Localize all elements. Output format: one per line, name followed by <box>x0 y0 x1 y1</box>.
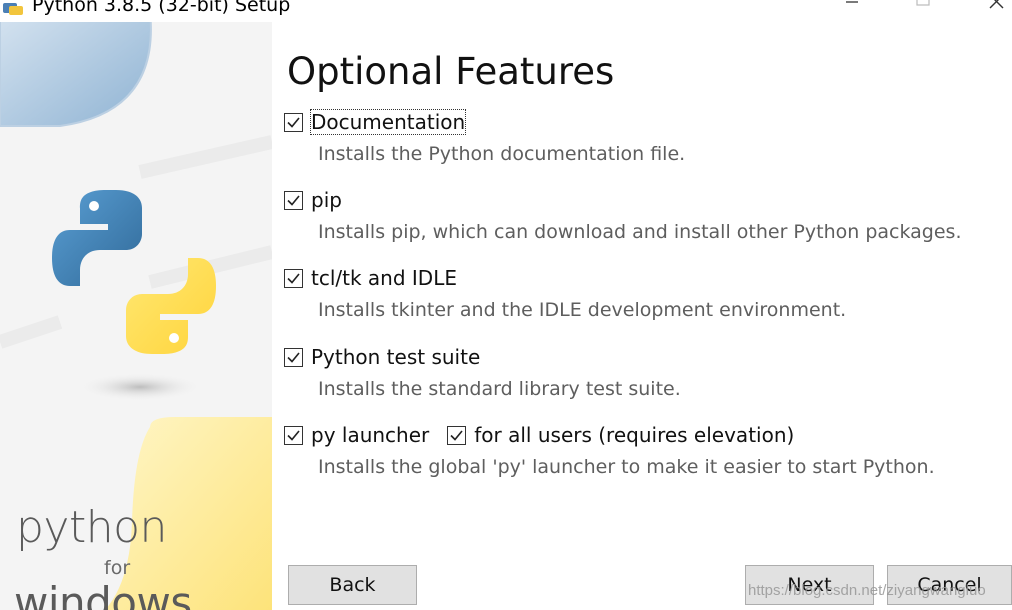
documentation-label[interactable]: Documentation <box>309 109 467 135</box>
python-setup-icon <box>3 3 23 15</box>
pip-label[interactable]: pip <box>311 188 342 212</box>
maximize-button[interactable] <box>893 0 953 22</box>
close-icon <box>989 0 1004 9</box>
side-banner: python for windows <box>0 22 272 610</box>
pip-description: Installs pip, which can download and ins… <box>318 221 962 243</box>
all-users-option: for all users (requires elevation) <box>447 423 794 447</box>
feature-pip: pip Installs pip, which can download and… <box>284 187 962 243</box>
test-suite-checkbox[interactable] <box>284 347 303 367</box>
back-button[interactable]: Back <box>288 565 417 605</box>
checkmark-icon <box>450 429 463 441</box>
page-title: Optional Features <box>287 50 615 93</box>
pip-checkbox[interactable] <box>284 190 303 210</box>
checkmark-icon <box>287 351 300 363</box>
minimize-icon <box>846 1 858 3</box>
documentation-checkbox[interactable] <box>284 112 303 132</box>
tcltk-idle-label[interactable]: tcl/tk and IDLE <box>311 266 457 290</box>
tcltk-idle-description: Installs tkinter and the IDLE developmen… <box>318 299 847 321</box>
py-launcher-label[interactable]: py launcher <box>311 423 429 447</box>
feature-py-launcher: py launcher for all users (requires elev… <box>284 422 935 478</box>
all-users-checkbox[interactable] <box>447 425 467 445</box>
py-launcher-description: Installs the global 'py' launcher to mak… <box>318 456 935 478</box>
close-button[interactable] <box>966 0 1012 22</box>
feature-documentation: Documentation Installs the Python docume… <box>284 109 685 165</box>
all-users-label[interactable]: for all users (requires elevation) <box>474 423 794 447</box>
brand-for-text: for <box>104 557 131 579</box>
title-bar: Python 3.8.5 (32-bit) Setup <box>0 0 1012 22</box>
documentation-description: Installs the Python documentation file. <box>318 143 686 165</box>
minimize-button[interactable] <box>822 0 882 22</box>
test-suite-description: Installs the standard library test suite… <box>318 378 681 400</box>
checkmark-icon <box>287 429 300 441</box>
window-title: Python 3.8.5 (32-bit) Setup <box>32 0 291 16</box>
checkmark-icon <box>287 116 300 128</box>
checkmark-icon <box>287 194 300 206</box>
brand-windows-text: windows <box>14 578 192 610</box>
maximize-icon <box>916 0 930 6</box>
watermark-text: https://blog.csdn.net/ziyangwangluo <box>748 582 986 599</box>
py-launcher-checkbox[interactable] <box>284 425 303 445</box>
feature-tcltk-idle: tcl/tk and IDLE Installs tkinter and the… <box>284 265 846 321</box>
brand-python-text: python <box>16 502 167 553</box>
tcltk-idle-checkbox[interactable] <box>284 268 303 288</box>
checkmark-icon <box>287 272 300 284</box>
test-suite-label[interactable]: Python test suite <box>311 345 480 369</box>
feature-test-suite: Python test suite Installs the standard … <box>284 344 681 400</box>
